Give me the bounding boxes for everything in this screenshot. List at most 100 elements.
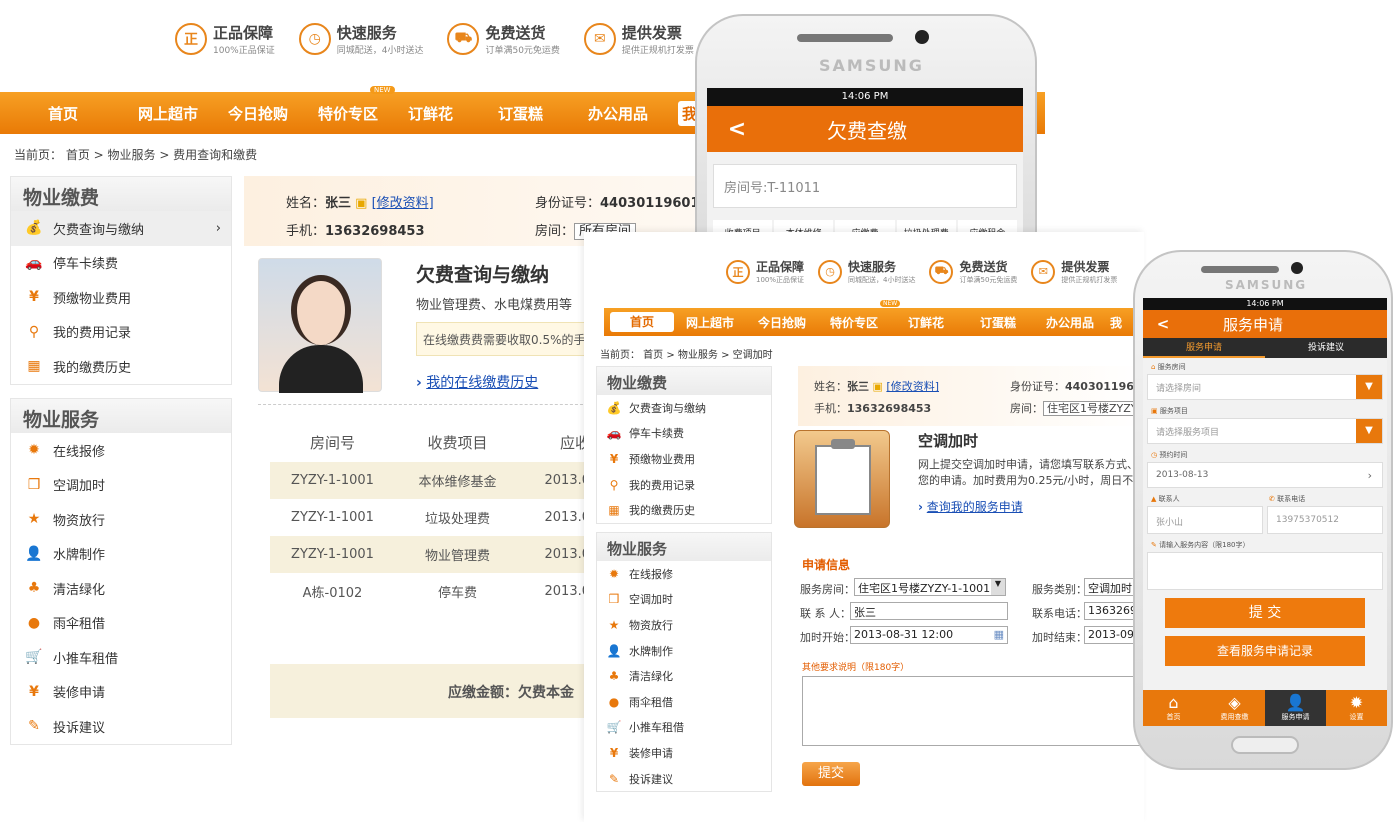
nav-flowers[interactable]: 订鲜花 xyxy=(408,103,498,124)
sidebar-item-umbrella[interactable]: ● 雨伞租借 xyxy=(11,606,231,641)
sidebar-item-history[interactable]: ▦ 我的缴费历史 xyxy=(597,497,771,523)
sidebar-item-decoration[interactable]: ¥ 装修申请 xyxy=(11,675,231,710)
nav-cake[interactable]: 订蛋糕 xyxy=(498,103,588,124)
nav-supermarket[interactable]: 网上超市 xyxy=(674,314,746,331)
sidebar-item-aircon[interactable]: ❒ 空调加时 xyxy=(597,587,771,613)
sidebar-item-complaint[interactable]: ✎ 投诉建议 xyxy=(11,709,231,744)
nav-special[interactable]: 特价专区 xyxy=(318,103,408,124)
badge-sub: 订单满50元免运费 xyxy=(959,276,1018,284)
tabbar-fees[interactable]: ◈ 费用查缴 xyxy=(1204,690,1265,726)
nav-home[interactable]: 首页 xyxy=(48,103,138,124)
sidebar-item-prepay[interactable]: ¥ 预缴物业费用 xyxy=(11,280,231,315)
sidebar-item-complaint[interactable]: ✎ 投诉建议 xyxy=(597,766,771,792)
other-textarea[interactable] xyxy=(802,676,1144,746)
nav-mine[interactable]: 我 xyxy=(1106,314,1126,331)
sidebar-item-parking[interactable]: 🚗 停车卡续费 xyxy=(11,246,231,281)
sidebar-item-release[interactable]: ★ 物资放行 xyxy=(597,612,771,638)
sidebar-item-cleaning[interactable]: ♣ 清洁绿化 xyxy=(597,663,771,689)
sidebar-item-arrears[interactable]: 💰 欠费查询与缴纳 xyxy=(597,395,771,421)
clipboard-icon xyxy=(794,430,890,528)
nav-special[interactable]: 特价专区 xyxy=(818,314,890,331)
sidebar-item-label: 预缴物业费用 xyxy=(53,291,132,307)
tabbar-home[interactable]: ⌂ 首页 xyxy=(1143,690,1204,726)
view-records-button[interactable]: 查看服务申请记录 xyxy=(1165,636,1365,666)
room-select[interactable]: 请选择房间 ▼ xyxy=(1147,374,1383,400)
sidebar-item-cart[interactable]: 🛒 小推车租借 xyxy=(597,715,771,741)
profile-id: 身份证号：4403011960 xyxy=(1010,378,1142,394)
history-link[interactable]: 我的在线缴费历史 xyxy=(426,375,538,391)
box-icon: ❒ xyxy=(27,476,41,493)
nav-office[interactable]: 办公用品 xyxy=(588,103,678,124)
edit-profile-link[interactable]: [修改资料] xyxy=(372,196,434,211)
nav-home[interactable]: 首页 xyxy=(610,312,674,332)
table-row: ZYZY-1-1001 本体维修基金 2013.0 xyxy=(270,462,590,499)
nav-cake[interactable]: 订蛋糕 xyxy=(962,314,1034,331)
tabbar-settings[interactable]: ✹ 设置 xyxy=(1326,690,1387,726)
badge-delivery: ⛟ 免费送货 订单满50元免运费 xyxy=(929,258,1017,285)
nav-supermarket[interactable]: 网上超市 xyxy=(138,103,228,124)
sidebar-item-repair[interactable]: ✹ 在线报修 xyxy=(597,561,771,587)
tabbar-service[interactable]: 👤 服务申请 xyxy=(1265,690,1326,726)
tel-input[interactable]: 13975370512 xyxy=(1267,506,1383,534)
room-select[interactable]: 住宅区1号楼ZYZY-1-1001 ▼ xyxy=(854,578,1006,596)
card-icon: ▣ xyxy=(872,380,883,393)
pencil-icon: ✎ xyxy=(28,718,40,735)
submit-button[interactable]: 提交 xyxy=(802,762,860,786)
room-placeholder: 请选择房间 xyxy=(1156,383,1202,394)
sidebar-item-repair[interactable]: ✹ 在线报修 xyxy=(11,433,231,468)
badge-title: 免费送货 xyxy=(959,260,1008,274)
sidebar-item-aircon[interactable]: ❒ 空调加时 xyxy=(11,468,231,503)
item-select[interactable]: 请选择服务项目 ▼ xyxy=(1147,418,1383,444)
tab-complaint[interactable]: 投诉建议 xyxy=(1265,338,1387,358)
tabbar-label: 首页 xyxy=(1166,713,1181,721)
agent-body-icon xyxy=(279,345,363,393)
sidebar-item-decoration[interactable]: ¥ 装修申请 xyxy=(597,740,771,766)
home-button[interactable] xyxy=(1231,736,1299,754)
sidebar-item-umbrella[interactable]: ● 雨伞租借 xyxy=(597,689,771,715)
content-textarea[interactable] xyxy=(1147,552,1383,590)
pencil-icon: ✎ xyxy=(608,771,620,786)
nav-flowers[interactable]: 订鲜花 xyxy=(890,314,962,331)
yen-icon: ¥ xyxy=(609,451,619,466)
sidebar-item-parking[interactable]: 🚗 停车卡续费 xyxy=(597,421,771,447)
sidebar-item-sign[interactable]: 👤 水牌制作 xyxy=(597,638,771,664)
nav-flash-sale[interactable]: 今日抢购 xyxy=(746,314,818,331)
start-input[interactable]: 2013-08-31 12:00 ▦ xyxy=(850,626,1008,644)
name-label: 姓名： xyxy=(286,196,326,211)
room-select[interactable]: 住宅区1号楼ZYZY xyxy=(1043,401,1142,416)
badge-title: 正品保障 xyxy=(213,24,274,42)
sidebar-item-arrears[interactable]: 💰 欠费查询与缴纳 › xyxy=(11,211,231,246)
nav-flash-sale[interactable]: 今日抢购 xyxy=(228,103,318,124)
sidebar-item-records[interactable]: ⚲ 我的费用记录 xyxy=(11,315,231,350)
date-field[interactable]: 2013-08-13 › xyxy=(1147,462,1383,488)
sidebar-item-cart[interactable]: 🛒 小推车租借 xyxy=(11,640,231,675)
cell-item: 物业管理费 xyxy=(424,549,490,564)
sidebar-item-records[interactable]: ⚲ 我的费用记录 xyxy=(597,472,771,498)
total-label: 应缴金额：欠费本金 xyxy=(448,685,574,701)
tab-service[interactable]: 服务申请 xyxy=(1143,338,1265,358)
page-desc-2: 您的申请。加时费用为0.25元/小时，周日不 xyxy=(918,474,1134,487)
badge-sub: 100%正品保证 xyxy=(756,276,805,284)
submit-button[interactable]: 提 交 xyxy=(1165,598,1365,628)
sidebar-item-sign[interactable]: 👤 水牌制作 xyxy=(11,537,231,572)
profile-name: 姓名：张三 ▣ [修改资料] xyxy=(814,378,939,394)
card-icon: ▣ xyxy=(355,196,368,211)
item-label: 服务项目 xyxy=(1159,407,1188,415)
badge-fast: ◷ 快速服务 同城配送，4小时送达 xyxy=(818,258,915,285)
edit-profile-link[interactable]: [修改资料] xyxy=(886,380,939,393)
query-service-link[interactable]: 查询我的服务申请 xyxy=(927,500,1023,514)
nav-office[interactable]: 办公用品 xyxy=(1034,314,1106,331)
phone-1-title: 欠费查缴 xyxy=(827,118,907,143)
sidebar-item-cleaning[interactable]: ♣ 清洁绿化 xyxy=(11,571,231,606)
agent-head-icon xyxy=(291,275,351,345)
room-field[interactable]: 房间号:T-11011 xyxy=(713,164,1017,208)
coin-icon: ◈ xyxy=(1228,693,1241,712)
sidebar-item-release[interactable]: ★ 物资放行 xyxy=(11,502,231,537)
sidebar-item-history[interactable]: ▦ 我的缴费历史 xyxy=(11,349,231,384)
back-button[interactable]: < xyxy=(1143,315,1183,333)
back-button[interactable]: < xyxy=(707,117,767,142)
contact-input[interactable]: 张小山 xyxy=(1147,506,1263,534)
sidebar-item-prepay[interactable]: ¥ 预缴物业费用 xyxy=(597,446,771,472)
home-icon: ⌂ xyxy=(1151,363,1156,371)
contact-input[interactable]: 张三 xyxy=(850,602,1008,620)
